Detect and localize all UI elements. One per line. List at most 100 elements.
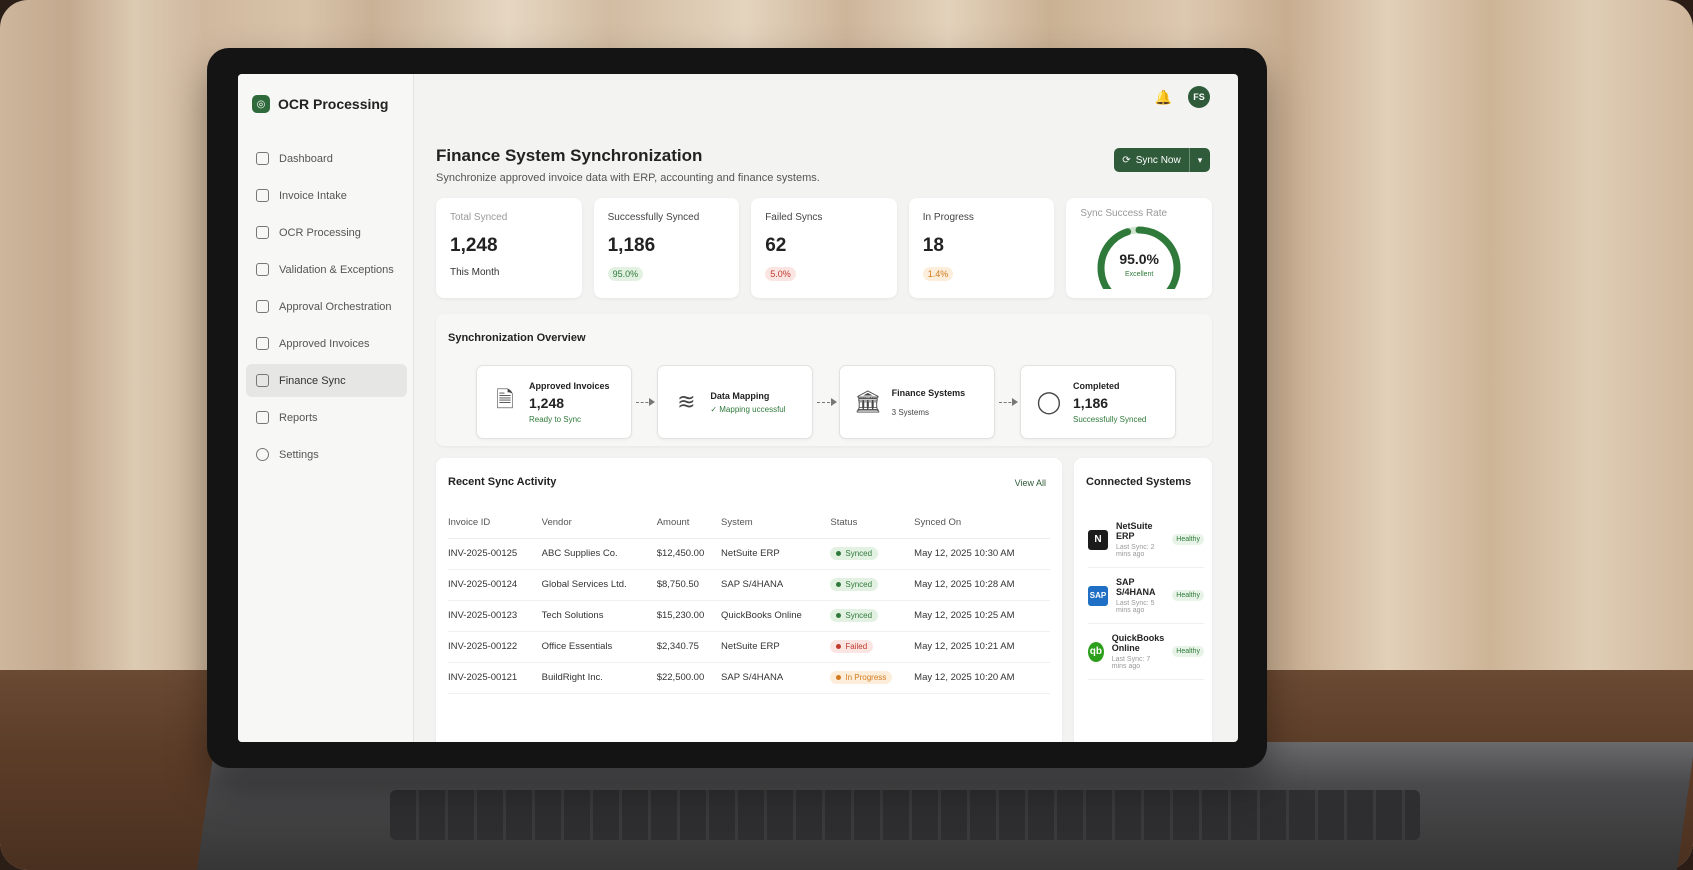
keyboard — [390, 790, 1420, 840]
sync-now-label[interactable]: ⟳ Sync Now — [1114, 148, 1190, 172]
page-header: Finance System Synchronization Synchroni… — [436, 146, 820, 184]
status-badge: Synced — [830, 609, 879, 622]
system-name: QuickBooks Online — [1111, 633, 1165, 653]
sidebar-nav: Dashboard Invoice Intake OCR Processing … — [238, 142, 413, 471]
cell-invoice-id: INV-2025-00124 — [448, 569, 542, 601]
cell-status: Synced — [830, 569, 915, 601]
cell-amount: $22,500.00 — [656, 662, 722, 694]
cell-vendor: Global Services Ltd. — [541, 569, 657, 601]
sidebar-item-finance-sync[interactable]: Finance Sync — [246, 364, 407, 397]
approval-icon — [256, 300, 269, 313]
stat-label: Failed Syncs — [765, 212, 823, 223]
system-info: QuickBooks Online Last Sync: 7 mins ago — [1112, 633, 1165, 670]
stat-label: In Progress — [922, 212, 974, 223]
column-header[interactable]: Invoice ID — [448, 508, 542, 539]
gauge-value: 95.0% — [1119, 251, 1160, 267]
system-item-netsuite[interactable]: N NetSuite ERP Last Sync: 2 mins ago Hea… — [1088, 512, 1204, 568]
brand: ◎ OCR Processing — [238, 74, 413, 120]
flow-step-mapping[interactable]: ≋ Data Mapping ✓ Mapping uccessful — [657, 365, 814, 439]
column-header[interactable]: Synced On — [914, 508, 1050, 539]
layers-icon: ≋ — [677, 389, 696, 414]
status-badge: Failed — [830, 640, 874, 653]
table-row[interactable]: INV-2025-00124 Global Services Ltd. $8,7… — [448, 569, 1050, 601]
flow-note: ✓ Mapping uccessful — [710, 404, 786, 414]
table-row[interactable]: INV-2025-00121 BuildRight Inc. $22,500.0… — [448, 662, 1050, 694]
sidebar-item-validation[interactable]: Validation & Exceptions — [246, 253, 407, 286]
stat-label: Successfully Synced — [607, 212, 700, 223]
system-info: NetSuite ERP Last Sync: 2 mins ago — [1116, 521, 1164, 558]
status-badge: 1.4% — [922, 267, 954, 281]
health-badge: Healthy — [1172, 590, 1204, 601]
system-name: SAP S/4HANA — [1116, 577, 1156, 597]
sap-logo-icon: SAP — [1088, 585, 1108, 606]
sidebar-item-label: Dashboard — [279, 152, 333, 165]
sidebar-item-settings[interactable]: Settings — [246, 438, 407, 471]
sidebar-item-approval[interactable]: Approval Orchestration — [246, 290, 407, 323]
status-badge: In Progress — [830, 671, 893, 684]
table-row[interactable]: INV-2025-00125 ABC Supplies Co. $12,450.… — [448, 538, 1050, 570]
sidebar-item-label: Settings — [279, 448, 319, 461]
document-icon — [256, 189, 269, 202]
sidebar-item-invoice-intake[interactable]: Invoice Intake — [246, 179, 407, 212]
invoice-document-icon: 🗎 — [496, 387, 514, 412]
status-badge: 95.0% — [607, 267, 644, 281]
laptop-screen: ◎ OCR Processing Dashboard Invoice Intak… — [238, 74, 1238, 742]
table-header-row: Invoice ID Vendor Amount System Status S… — [448, 508, 1050, 539]
flow-step-finance-systems[interactable]: 🏛 Finance Systems 3 Systems — [838, 365, 995, 439]
cell-invoice-id: INV-2025-00123 — [448, 600, 542, 632]
page-subtitle: Synchronize approved invoice data with E… — [436, 172, 820, 184]
stat-value: 18 — [922, 235, 944, 256]
health-badge: Healthy — [1172, 534, 1204, 545]
sidebar-item-dashboard[interactable]: Dashboard — [246, 142, 407, 175]
column-header[interactable]: System — [721, 508, 831, 539]
bank-icon: 🏛 — [853, 389, 882, 414]
quickbooks-logo-icon: qb — [1088, 641, 1104, 662]
sync-overview: Synchronization Overview 🗎 Approved Invo… — [436, 314, 1212, 446]
sidebar-item-reports[interactable]: Reports — [246, 401, 407, 434]
chart-icon — [256, 411, 269, 424]
avatar[interactable]: FS — [1188, 86, 1210, 108]
stat-label: Sync Success Rate — [1080, 208, 1168, 219]
flow-step-completed[interactable]: ◯ Completed 1,186 Successfully Synced — [1019, 365, 1176, 439]
cell-synced-on: May 12, 2025 10:20 AM — [914, 662, 1050, 694]
status-badge: Synced — [830, 578, 879, 591]
app-logo-icon: ◎ — [252, 95, 270, 113]
page-title: Finance System Synchronization — [436, 146, 703, 165]
flow-title: Data Mapping — [710, 390, 770, 401]
flow-value: 1,186 — [1072, 394, 1109, 411]
cell-amount: $8,750.50 — [656, 569, 722, 601]
table-row[interactable]: INV-2025-00123 Tech Solutions $15,230.00… — [448, 600, 1050, 632]
topbar: 🔔 FS — [414, 74, 1238, 120]
cell-vendor: BuildRight Inc. — [541, 662, 657, 694]
bell-icon[interactable]: 🔔 — [1155, 89, 1172, 106]
cell-amount: $15,230.00 — [656, 600, 722, 632]
system-item-sap[interactable]: SAP SAP S/4HANA Last Sync: 5 mins ago He… — [1088, 568, 1204, 624]
sidebar-item-approved-invoices[interactable]: Approved Invoices — [246, 327, 407, 360]
sync-now-button[interactable]: ⟳ Sync Now ▾ — [1114, 148, 1210, 172]
cell-invoice-id: INV-2025-00125 — [448, 538, 542, 570]
system-info: SAP S/4HANA Last Sync: 5 mins ago — [1116, 577, 1164, 614]
sidebar-item-ocr-processing[interactable]: OCR Processing — [246, 216, 407, 249]
cell-status: Failed — [830, 631, 915, 663]
status-badge: Synced — [830, 547, 879, 560]
sidebar-item-label: Invoice Intake — [279, 189, 347, 202]
flow-arrow — [817, 397, 838, 406]
table-row[interactable]: INV-2025-00122 Office Essentials $2,340.… — [448, 631, 1050, 663]
chevron-down-icon[interactable]: ▾ — [1190, 155, 1210, 166]
sidebar: ◎ OCR Processing Dashboard Invoice Intak… — [238, 74, 414, 742]
cell-synced-on: May 12, 2025 10:30 AM — [914, 538, 1050, 570]
clipboard-icon — [256, 337, 269, 350]
refresh-icon: ⟳ — [1122, 154, 1131, 166]
flow-title: Approved Invoices — [529, 380, 610, 391]
sync-flow: 🗎 Approved Invoices 1,248 Ready to Sync … — [476, 364, 1176, 440]
stat-in-progress: In Progress 18 1.4% — [908, 198, 1055, 298]
column-header[interactable]: Status — [830, 508, 915, 539]
view-all-link[interactable]: View All — [1015, 478, 1046, 488]
home-icon — [256, 152, 269, 165]
flow-title: Completed — [1072, 380, 1120, 391]
system-item-quickbooks[interactable]: qb QuickBooks Online Last Sync: 7 mins a… — [1088, 624, 1204, 680]
column-header[interactable]: Amount — [656, 508, 722, 539]
column-header[interactable]: Vendor — [541, 508, 657, 539]
flow-step-approved[interactable]: 🗎 Approved Invoices 1,248 Ready to Sync — [476, 365, 632, 439]
app-name: OCR Processing — [278, 96, 389, 112]
